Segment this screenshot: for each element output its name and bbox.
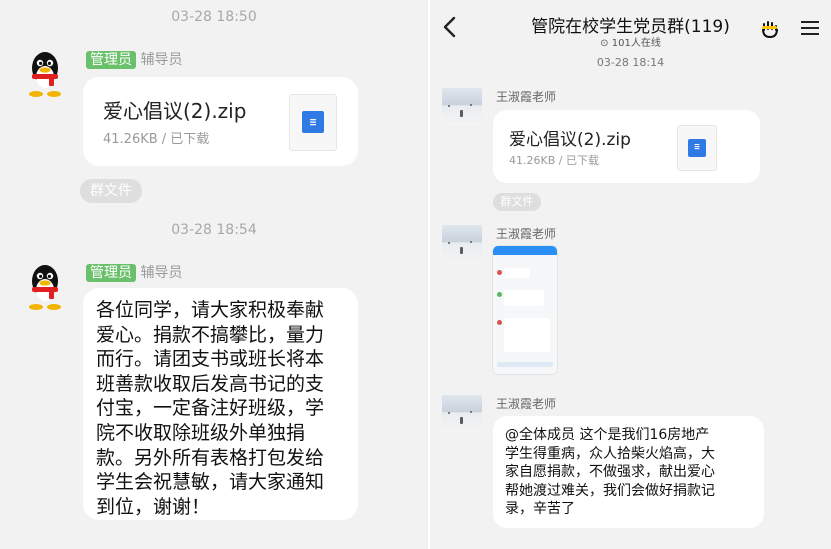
sender-line: 管理员 辅导员: [86, 49, 182, 69]
message-line: 各位同学，请大家积极奉献: [96, 299, 325, 321]
admin-badge: 管理员: [86, 264, 136, 282]
image-message-thumbnail[interactable]: [492, 245, 558, 375]
admin-badge: 管理员: [86, 51, 136, 69]
file-meta: 41.26KB / 已下载: [509, 154, 599, 167]
message-timestamp: 03-28 18:50: [171, 9, 257, 25]
message-line: 录，辛苦了: [505, 501, 575, 518]
message-timestamp: 03-28 18:54: [171, 222, 257, 238]
sender-name: 王淑霞老师: [496, 227, 557, 241]
message-line: 付宝，一定备注好班级，学: [96, 397, 325, 420]
sender-avatar[interactable]: [442, 395, 482, 433]
sender-name: 王淑霞老师: [496, 90, 557, 104]
message-line: 爱心。捐款不搞攀比，量力: [96, 323, 325, 346]
group-file-tag[interactable]: 群文件: [80, 179, 142, 203]
hand-icon: [762, 21, 778, 39]
text-message-bubble[interactable]: 各位同学，请大家积极奉献 爱心。捐款不搞攀比，量力 而行。请团支书或班长将本 班…: [83, 288, 358, 520]
sender-role: 辅导员: [140, 52, 183, 68]
menu-button[interactable]: [800, 19, 820, 37]
message-text: 各位同学，请大家积极奉献 爱心。捐款不搞攀比，量力 而行。请团支书或班长将本 班…: [96, 298, 324, 519]
sender-name: 王淑霞老师: [496, 397, 557, 411]
message-timestamp: 03-28 18:14: [596, 56, 665, 69]
online-count: 101人在线: [611, 38, 661, 49]
file-name: 爱心倡议(2).zip: [103, 99, 247, 123]
message-line: 学生得重病，众人拾柴火焰高，大: [505, 445, 715, 462]
qq-penguin-avatar[interactable]: [22, 262, 68, 310]
text-message-bubble[interactable]: @全体成员 这个是我们16房地产 学生得重病，众人拾柴火焰高，大 家自愿捐款，不…: [493, 416, 764, 528]
penguin-icon: [29, 265, 61, 310]
message-line: 院不收取除班级外单独捐: [96, 421, 306, 444]
sender-avatar[interactable]: [442, 88, 482, 126]
sender-avatar[interactable]: [442, 225, 482, 263]
message-line: 款。另外所有表格打包发给: [96, 446, 325, 469]
sender-role: 辅导员: [140, 265, 183, 281]
message-line: 帮她渡过难关，我们会做好捐款记: [505, 482, 715, 499]
left-chat-panel: 03-28 18:50 管理员 辅导员 爱心倡议(2).zip 41.26KB …: [0, 0, 428, 549]
message-line: 而行。请团支书或班长将本: [96, 348, 325, 371]
hand-button[interactable]: [759, 18, 781, 40]
file-message-bubble[interactable]: 爱心倡议(2).zip 41.26KB / 已下载 ≡: [83, 77, 358, 166]
online-icon: ⊙: [600, 38, 609, 49]
menu-icon: [801, 21, 819, 35]
zip-file-icon: ≡: [677, 125, 717, 171]
file-meta: 41.26KB / 已下载: [103, 132, 210, 147]
file-name: 爱心倡议(2).zip: [509, 130, 631, 150]
message-line: @全体成员 这个是我们16房地产: [505, 427, 710, 443]
sender-line: 管理员 辅导员: [86, 262, 182, 282]
message-line: 到位，谢谢！: [96, 495, 211, 518]
message-line: 学生会祝慧敏，请大家通知: [96, 471, 325, 494]
file-message-bubble[interactable]: 爱心倡议(2).zip 41.26KB / 已下载 ≡: [493, 110, 760, 183]
message-text: @全体成员 这个是我们16房地产 学生得重病，众人拾柴火焰高，大 家自愿捐款，不…: [505, 426, 715, 519]
qq-penguin-avatar[interactable]: [22, 49, 68, 97]
group-file-tag[interactable]: 群文件: [493, 193, 541, 211]
right-chat-panel: 管院在校学生党员群(119) ⊙ 101人在线 03-28 18:14 王淑霞老…: [430, 0, 831, 549]
penguin-icon: [29, 52, 61, 97]
zip-file-icon: ≡: [289, 94, 337, 151]
message-line: 班善款收取后发高书记的支: [96, 372, 325, 395]
message-line: 家自愿捐款，不做强求，献出爱心: [505, 464, 715, 481]
